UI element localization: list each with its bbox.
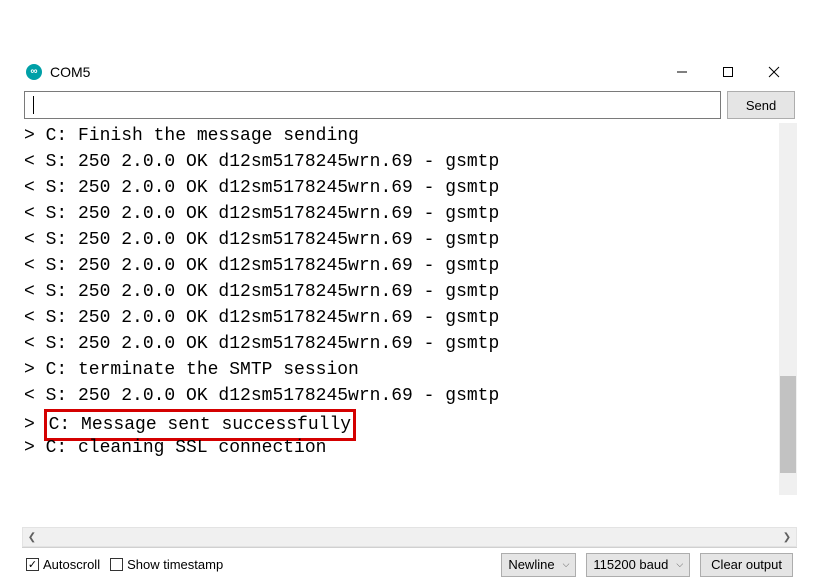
close-button[interactable] [751,57,797,87]
checkbox-icon [110,558,123,571]
console-output[interactable]: > C: Finish the message sending< S: 250 … [22,123,797,515]
console-line: < S: 250 2.0.0 OK d12sm5178245wrn.69 - g… [24,227,797,253]
scroll-left-icon[interactable]: ❮ [23,528,41,546]
titlebar: COM5 [22,55,797,89]
horizontal-scrollbar[interactable]: ❮ ❯ [22,527,797,547]
console-line: > C: Finish the message sending [24,123,797,149]
line-ending-value: Newline [508,557,554,572]
chevron-down-icon: ⌵ [676,559,683,570]
checkbox-icon: ✓ [26,558,39,571]
window-title: COM5 [50,64,659,80]
autoscroll-checkbox[interactable]: ✓ Autoscroll [26,557,100,572]
input-row: Send [22,89,797,123]
console-line: < S: 250 2.0.0 OK d12sm5178245wrn.69 - g… [24,331,797,357]
bottom-bar: ✓ Autoscroll Show timestamp Newline ⌵ 11… [22,547,797,581]
console-line: < S: 250 2.0.0 OK d12sm5178245wrn.69 - g… [24,383,797,409]
arduino-icon [26,64,42,80]
maximize-button[interactable] [705,57,751,87]
vertical-scrollbar-thumb[interactable] [780,376,796,473]
horizontal-scroll-row: ❮ ❯ [22,527,797,547]
timestamp-label: Show timestamp [127,557,223,572]
console-line: < S: 250 2.0.0 OK d12sm5178245wrn.69 - g… [24,201,797,227]
chevron-down-icon: ⌵ [563,559,570,570]
timestamp-checkbox[interactable]: Show timestamp [110,557,223,572]
console-line: > C: terminate the SMTP session [24,357,797,383]
command-input[interactable] [24,91,721,119]
console-area: > C: Finish the message sending< S: 250 … [22,123,797,515]
serial-monitor-window: COM5 Send > C: Finish the message sendin… [22,55,797,581]
baud-rate-value: 115200 baud [593,557,668,572]
scroll-right-icon[interactable]: ❯ [778,528,796,546]
baud-rate-select[interactable]: 115200 baud ⌵ [586,553,690,577]
line-ending-select[interactable]: Newline ⌵ [501,553,576,577]
window-controls [659,57,797,87]
minimize-button[interactable] [659,57,705,87]
console-line: < S: 250 2.0.0 OK d12sm5178245wrn.69 - g… [24,305,797,331]
console-line: < S: 250 2.0.0 OK d12sm5178245wrn.69 - g… [24,253,797,279]
console-line: < S: 250 2.0.0 OK d12sm5178245wrn.69 - g… [24,149,797,175]
autoscroll-label: Autoscroll [43,557,100,572]
console-line: > C: Message sent successfully [24,409,797,435]
vertical-scrollbar[interactable] [779,123,797,495]
console-line: < S: 250 2.0.0 OK d12sm5178245wrn.69 - g… [24,279,797,305]
clear-output-button[interactable]: Clear output [700,553,793,577]
console-line: > C: cleaning SSL connection [24,435,797,461]
send-button[interactable]: Send [727,91,795,119]
console-line: < S: 250 2.0.0 OK d12sm5178245wrn.69 - g… [24,175,797,201]
